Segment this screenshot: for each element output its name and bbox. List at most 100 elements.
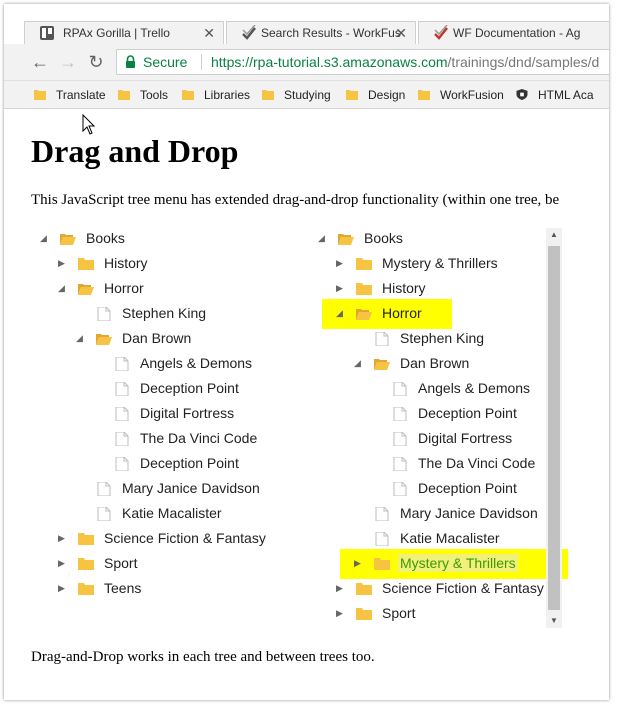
tree-leaf-node[interactable]: Mary Janice Davidson — [312, 503, 572, 525]
document-icon — [375, 332, 389, 346]
back-arrow-icon[interactable]: ← — [30, 52, 50, 72]
close-icon[interactable]: ✕ — [395, 22, 407, 44]
folder-icon — [374, 558, 390, 570]
bookmarks-bar: Translate Tools Libraries Studying Desig… — [4, 81, 609, 109]
tree-leaf-node[interactable]: Angels & Demons — [312, 378, 572, 400]
collapsed-arrow-icon[interactable]: ▶ — [58, 557, 68, 569]
expanded-arrow-icon[interactable]: ◢ — [40, 232, 50, 244]
tree-folder-node[interactable]: ◢ Dan Brown — [34, 328, 294, 350]
tree-folder-node[interactable]: ▶ Sport — [312, 603, 572, 625]
tree-folder-node[interactable]: ◢ Dan Brown — [312, 353, 572, 375]
workfusion-icon — [434, 25, 448, 40]
tree-leaf-node[interactable]: The Da Vinci Code — [312, 453, 572, 475]
reload-icon[interactable]: ↻ — [86, 52, 106, 72]
tree-folder-node[interactable]: ◢ Books — [34, 228, 294, 250]
tree-folder-node[interactable]: ▶ Mystery & Thrillers — [312, 549, 572, 579]
tree-leaf-node[interactable]: The Da Vinci Code — [34, 428, 294, 450]
tab-wf-documentation[interactable]: WF Documentation - Ag — [418, 21, 609, 44]
tree-leaf-node[interactable]: Deception Point — [34, 378, 294, 400]
tab-search-results[interactable]: Search Results - WorkFus ✕ — [226, 21, 416, 44]
close-icon[interactable]: ✕ — [203, 22, 215, 44]
tree-node-label: Books — [86, 230, 125, 246]
tree-folder-node[interactable]: ▶ Mystery & Thrillers — [312, 253, 572, 275]
document-icon — [97, 482, 111, 496]
tree-leaf-node[interactable]: Stephen King — [312, 328, 572, 350]
document-icon — [393, 432, 407, 446]
document-icon — [393, 407, 407, 421]
tree-node-label: Science Fiction & Fantasy — [104, 530, 266, 546]
shield-icon — [516, 89, 528, 100]
folder-icon — [356, 608, 372, 620]
document-icon — [115, 432, 129, 446]
tree-node-label: Angels & Demons — [140, 355, 253, 371]
tree-leaf-node[interactable]: Digital Fortress — [312, 428, 572, 450]
folder-open-icon — [338, 234, 354, 245]
tree-leaf-node[interactable]: Deception Point — [312, 403, 572, 425]
tree-node-label: Sport — [104, 555, 138, 571]
folder-open-icon — [356, 309, 372, 320]
expanded-arrow-icon[interactable]: ◢ — [318, 232, 328, 244]
document-icon — [115, 457, 129, 471]
tree-leaf-node[interactable]: Katie Macalister — [312, 528, 572, 550]
scroll-down-arrow-icon[interactable]: ▼ — [546, 614, 562, 628]
collapsed-arrow-icon[interactable]: ▶ — [58, 257, 68, 269]
folder-icon — [418, 90, 430, 100]
lock-icon — [126, 55, 135, 68]
tree-node-label: Horror — [382, 305, 422, 321]
tree-folder-node[interactable]: ▶ History — [312, 278, 572, 300]
collapsed-arrow-icon[interactable]: ▶ — [336, 282, 346, 294]
tree-folder-node[interactable]: ◢ Horror — [312, 299, 572, 329]
folder-open-icon — [96, 334, 112, 345]
expanded-arrow-icon[interactable]: ◢ — [336, 307, 346, 319]
tree-leaf-node[interactable]: Mary Janice Davidson — [34, 478, 294, 500]
bookmark-label: Tools — [140, 88, 169, 102]
folder-icon — [356, 283, 372, 295]
tree-leaf-node[interactable]: Digital Fortress — [34, 403, 294, 425]
url-host: https://rpa-tutorial.s3.amazonaws.com — [211, 54, 448, 70]
tab-title: Search Results - WorkFus — [261, 26, 401, 40]
expanded-arrow-icon[interactable]: ◢ — [58, 282, 68, 294]
tree-node-label: Mary Janice Davidson — [122, 480, 260, 496]
tree-node-label: Katie Macalister — [122, 505, 222, 521]
tree-folder-node[interactable]: ◢ Horror — [34, 278, 294, 300]
tree-node-label: Sport — [382, 605, 416, 621]
tab-trello[interactable]: RPAx Gorilla | Trello ✕ — [24, 21, 224, 44]
expanded-arrow-icon[interactable]: ◢ — [76, 332, 86, 344]
tree-folder-node[interactable]: ▶ Science Fiction & Fantasy — [312, 578, 572, 600]
scroll-up-arrow-icon[interactable]: ▲ — [546, 228, 562, 242]
forward-arrow-icon[interactable]: → — [58, 52, 78, 72]
tree-folder-node[interactable]: ▶ Teens — [34, 578, 294, 600]
expanded-arrow-icon[interactable]: ◢ — [354, 357, 364, 369]
tree-folder-node[interactable]: ◢ Books — [312, 228, 572, 250]
tree-scrollbar[interactable]: ▲ ▼ — [546, 228, 562, 628]
tree-node-label: Stephen King — [400, 330, 485, 346]
tree-leaf-node[interactable]: Deception Point — [34, 453, 294, 475]
tree-node-label: Katie Macalister — [400, 530, 500, 546]
tab-title: RPAx Gorilla | Trello — [63, 26, 170, 40]
tree-node-label: Science Fiction & Fantasy — [382, 580, 544, 596]
tree-leaf-node[interactable]: Angels & Demons — [34, 353, 294, 375]
scrollbar-thumb[interactable] — [548, 246, 560, 610]
tree-folder-node[interactable]: ▶ Sport — [34, 553, 294, 575]
workfusion-icon — [242, 25, 256, 40]
collapsed-arrow-icon[interactable]: ▶ — [336, 257, 346, 269]
bookmark-label: Design — [368, 88, 406, 102]
folder-open-icon — [78, 284, 94, 295]
tree-folder-node[interactable]: ▶ History — [34, 253, 294, 275]
document-icon — [115, 382, 129, 396]
tree-node-label: Deception Point — [418, 405, 517, 421]
tree-folder-node[interactable]: ▶ Science Fiction & Fantasy — [34, 528, 294, 550]
tree-node-label: Deception Point — [140, 380, 239, 396]
tree-node-label: Mystery & Thrillers — [398, 554, 518, 572]
tree-node-label: Angels & Demons — [418, 380, 531, 396]
tree-leaf-node[interactable]: Deception Point — [312, 478, 572, 500]
collapsed-arrow-icon[interactable]: ▶ — [336, 582, 346, 594]
collapsed-arrow-icon[interactable]: ▶ — [58, 532, 68, 544]
collapsed-arrow-icon[interactable]: ▶ — [354, 557, 364, 569]
tree-leaf-node[interactable]: Katie Macalister — [34, 503, 294, 525]
tree-leaf-node[interactable]: Stephen King — [34, 303, 294, 325]
collapsed-arrow-icon[interactable]: ▶ — [336, 607, 346, 619]
address-bar[interactable]: Secure https://rpa-tutorial.s3.amazonaws… — [116, 49, 609, 75]
collapsed-arrow-icon[interactable]: ▶ — [58, 582, 68, 594]
document-icon — [393, 482, 407, 496]
